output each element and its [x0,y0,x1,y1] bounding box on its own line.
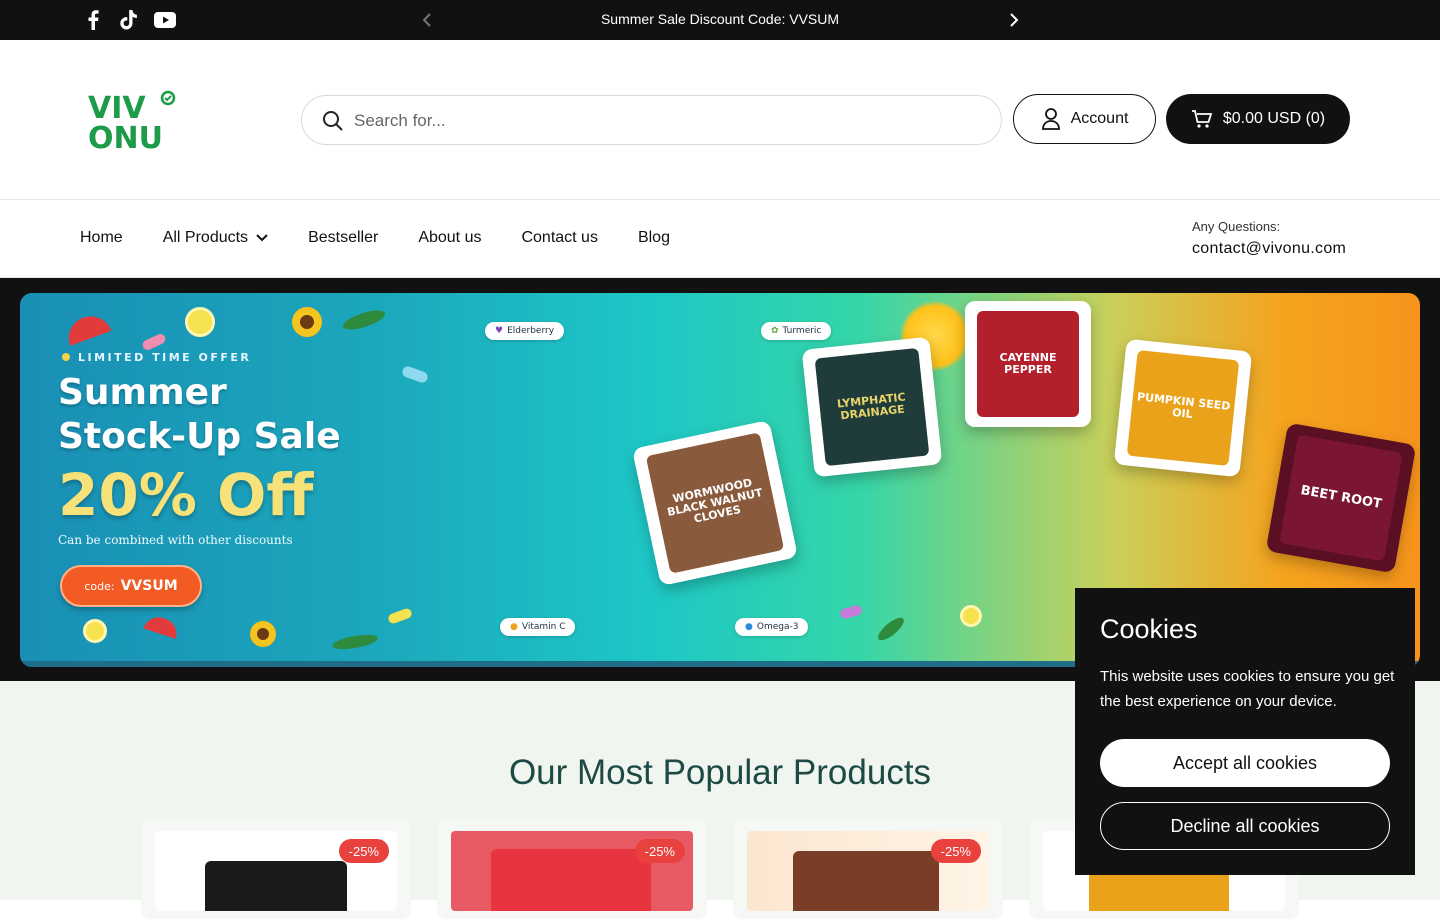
facebook-icon[interactable] [82,9,104,31]
cookie-banner: Cookies This website uses cookies to ens… [1075,588,1415,875]
nav-item-blog[interactable]: Blog [638,229,670,247]
leaf-decoration [874,614,908,644]
product-card[interactable]: -25% [155,831,397,911]
capsule-decoration [387,607,413,625]
social-links [82,9,176,31]
discount-badge: -25% [634,839,685,863]
capsule-decoration [839,604,863,620]
hero-headline: Summer Stock-Up Sale [58,371,341,459]
cart-label: $0.00 USD (0) [1222,110,1326,127]
discount-code-button[interactable]: code: VVSUM [60,565,202,607]
account-label: Account [1070,110,1129,127]
decline-cookies-button[interactable]: Decline all cookies [1100,802,1390,850]
product-image: LYMPHATIC DRAINAGE [801,336,943,478]
lemon-decoration [185,307,215,337]
discount-badge: -25% [338,839,389,863]
watermelon-decoration [62,310,112,346]
search-input[interactable] [354,108,974,134]
user-icon [1041,108,1060,130]
cookie-message: This website uses cookies to ensure you … [1100,668,1395,710]
announcement-next-button[interactable] [1004,10,1024,30]
nav-item-bestseller[interactable]: Bestseller [308,229,378,247]
leaf-decoration [340,306,388,334]
chevron-right-icon [1010,13,1018,27]
product-thumbnail [491,849,651,911]
product-image: PUMPKIN SEED OIL [1113,338,1253,478]
product-bag: LYMPHATIC DRAINAGE [814,347,930,467]
product-bag: PUMPKIN SEED OIL [1126,349,1240,467]
leaf-decoration [331,632,379,652]
ingredient-pill: ● Omega-3 [735,618,809,636]
product-card[interactable]: -25% [747,831,989,911]
lemon-decoration [83,619,107,643]
logo-text-bottom: ONU [88,121,163,152]
product-bag: CAYENNE PEPPER [977,311,1079,417]
hero-headline-line-1: Summer [58,372,227,413]
product-thumbnail [793,851,939,911]
lemon-decoration [960,605,982,627]
site-header: VIV ONU Account $0.00 USD (0) [0,40,1440,200]
search-bar[interactable] [301,95,1002,145]
capsule-decoration [400,364,430,385]
product-image: WORMWOOD BLACK WALNUT CLOVES [631,419,799,587]
contact-email-link[interactable]: contact@vivonu.com [1192,240,1346,258]
announcement-prev-button[interactable] [417,10,437,30]
watermelon-decoration [143,613,181,639]
announcement-bar: Summer Sale Discount Code: VVSUM [0,0,1440,40]
logo[interactable]: VIV ONU [86,88,178,156]
main-nav: Home All Products Bestseller About us Co… [0,201,1440,278]
product-bag: BEET ROOT [1279,434,1403,562]
product-image: BEET ROOT [1265,422,1417,574]
ingredient-pill: ● Vitamin C [500,618,576,636]
sunflower-decoration [292,307,322,337]
code-value: VVSUM [120,578,178,594]
ingredient-pill: ✿ Turmeric [761,322,832,340]
product-card[interactable]: -25% [451,831,693,911]
cart-icon [1191,110,1213,128]
youtube-icon[interactable] [154,9,176,31]
tiktok-icon[interactable] [118,9,140,31]
hero-headline-line-2: Stock-Up Sale [58,416,341,457]
search-icon [323,111,343,131]
chevron-down-icon [256,234,268,242]
nav-item-contact-us[interactable]: Contact us [521,229,597,247]
accept-cookies-button[interactable]: Accept all cookies [1100,739,1390,787]
product-bag: WORMWOOD BLACK WALNUT CLOVES [645,432,785,574]
chevron-left-icon [423,13,431,27]
contact-label: Any Questions: [1192,219,1281,234]
discount-badge: -25% [930,839,981,863]
announcement-text: Summer Sale Discount Code: VVSUM [600,11,840,27]
nav-item-about-us[interactable]: About us [418,229,481,247]
ingredient-pill: ♥ Elderberry [485,322,565,340]
cart-button[interactable]: $0.00 USD (0) [1166,94,1350,144]
hero-subtext: Can be combined with other discounts [58,533,293,547]
nav-item-all-products-label: All Products [162,229,249,246]
contact-block: Any Questions: contact@vivonu.com [1192,219,1346,258]
account-button[interactable]: Account [1013,94,1156,144]
code-prefix: code: [84,579,115,593]
cookie-title: Cookies [1100,614,1198,644]
nav-item-all-products[interactable]: All Products [163,229,268,247]
pill-decoration [141,332,167,352]
nav-item-home[interactable]: Home [80,229,123,247]
product-image: CAYENNE PEPPER [965,301,1091,427]
product-thumbnail [205,861,347,911]
sunflower-decoration [250,621,276,647]
hero-discount: 20% Off [58,461,314,529]
limited-time-offer-label: LIMITED TIME OFFER [62,351,251,364]
